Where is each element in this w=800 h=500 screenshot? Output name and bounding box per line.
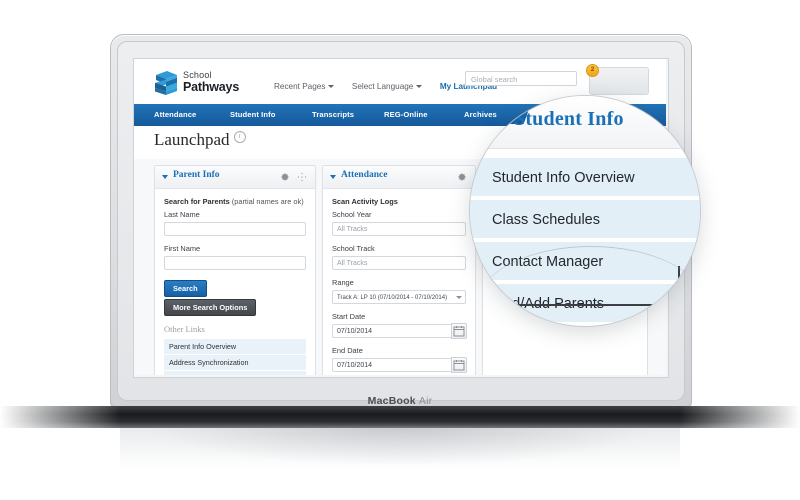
info-icon[interactable]: i bbox=[233, 131, 246, 144]
end-date-input[interactable]: 07/10/2014 bbox=[332, 358, 466, 373]
menu-item-class-schedules[interactable]: Class Schedules bbox=[470, 200, 700, 240]
s-blocks-logo-icon bbox=[155, 71, 177, 95]
panel-attendance-header: Attendance bbox=[323, 166, 475, 189]
panel-parent-info-title: Parent Info bbox=[173, 170, 220, 180]
first-name-label: First Name bbox=[164, 244, 201, 254]
magnifier-title: Student Info bbox=[514, 108, 624, 130]
start-date-input[interactable]: 07/10/2014 bbox=[332, 324, 466, 339]
panel-attendance: Attendance Scan Activity Logs School Yea… bbox=[322, 165, 476, 375]
end-date-label: End Date bbox=[332, 346, 363, 356]
chevron-down-icon bbox=[456, 295, 462, 299]
gear-icon[interactable] bbox=[280, 172, 290, 182]
school-year-input[interactable]: All Tracks bbox=[332, 222, 466, 237]
move-handle-icon[interactable] bbox=[297, 172, 307, 182]
range-label: Range bbox=[332, 278, 354, 288]
parent-search-buttons: Search More Search Options bbox=[164, 278, 306, 317]
other-links-title: Other Links bbox=[164, 324, 205, 335]
notification-badge[interactable]: 2 bbox=[586, 64, 599, 77]
more-search-options-button[interactable]: More Search Options bbox=[164, 299, 257, 317]
calendar-icon[interactable] bbox=[451, 357, 467, 374]
link-family-information[interactable]: Family Information bbox=[164, 371, 306, 375]
nav-attendance[interactable]: Attendance bbox=[154, 104, 196, 126]
range-select[interactable]: Track A: LP 10 (07/10/2014 - 07/10/2014) bbox=[332, 290, 466, 305]
end-date-wrap: 07/10/2014 bbox=[332, 357, 467, 374]
base-fade-right bbox=[680, 406, 800, 428]
collapse-caret-icon[interactable] bbox=[162, 175, 168, 179]
magnified-nav-chip-label: Par bbox=[478, 105, 492, 114]
calendar-icon[interactable] bbox=[451, 323, 467, 340]
global-search-input[interactable]: Global search bbox=[465, 71, 577, 86]
dropdown-caret-icon[interactable] bbox=[488, 119, 504, 128]
nav-transcripts[interactable]: Transcripts bbox=[312, 104, 354, 126]
nav-student-info[interactable]: Student Info bbox=[230, 104, 276, 126]
collapse-caret-icon[interactable] bbox=[330, 175, 336, 179]
last-name-input[interactable] bbox=[164, 222, 306, 237]
school-track-label: School Track bbox=[332, 244, 375, 254]
panel-parent-info: Parent Info Search for Parents (partial … bbox=[154, 165, 316, 375]
school-year-label: School Year bbox=[332, 210, 372, 220]
range-select-wrap: Track A: LP 10 (07/10/2014 - 07/10/2014) bbox=[332, 290, 466, 305]
start-date-wrap: 07/10/2014 bbox=[332, 323, 467, 340]
page-title-text: Launchpad bbox=[154, 130, 230, 149]
floor-shadow bbox=[150, 426, 650, 466]
link-address-synchronization[interactable]: Address Synchronization bbox=[164, 355, 306, 372]
last-name-label: Last Name bbox=[164, 210, 200, 220]
link-parent-info-overview[interactable]: Parent Info Overview bbox=[164, 339, 306, 356]
gear-icon[interactable] bbox=[457, 172, 467, 182]
magnifier-header: Par Student Info bbox=[470, 96, 700, 149]
logo-line-2: Pathways bbox=[183, 80, 240, 94]
first-name-input[interactable] bbox=[164, 256, 306, 271]
logo-line-1: School bbox=[183, 70, 212, 80]
magnifier-callout: Par Student Info Student Info Overview C… bbox=[470, 96, 700, 326]
nav-reg-online[interactable]: REG-Online bbox=[384, 104, 428, 126]
menu-item-student-info-overview[interactable]: Student Info Overview bbox=[470, 158, 700, 198]
panel-parent-info-header: Parent Info bbox=[155, 166, 315, 189]
panel-attendance-title: Attendance bbox=[341, 170, 388, 180]
chevron-down-icon bbox=[328, 85, 335, 89]
panel-parent-info-body: Search for Parents (partial names are ok… bbox=[155, 189, 315, 375]
panel-attendance-body: Scan Activity Logs School Year All Track… bbox=[323, 189, 475, 375]
logo-wordmark: School Pathways bbox=[183, 71, 239, 94]
scan-activity-logs-heading: Scan Activity Logs bbox=[332, 197, 398, 206]
page-title: Launchpad i bbox=[154, 130, 246, 150]
start-date-label: Start Date bbox=[332, 312, 366, 322]
parent-search-heading: Search for Parents (partial names are ok… bbox=[164, 197, 304, 206]
screenshot-stage: School Pathways Recent Pages Select Lang… bbox=[0, 0, 800, 500]
base-fade-left bbox=[0, 406, 120, 428]
topnav-select-language[interactable]: Select Language bbox=[352, 82, 423, 91]
topnav-recent-pages[interactable]: Recent Pages bbox=[274, 82, 335, 91]
school-pathways-logo[interactable]: School Pathways bbox=[153, 70, 263, 96]
chevron-down-icon bbox=[416, 85, 423, 89]
school-track-input[interactable]: All Tracks bbox=[332, 256, 466, 271]
search-button[interactable]: Search bbox=[164, 280, 207, 298]
